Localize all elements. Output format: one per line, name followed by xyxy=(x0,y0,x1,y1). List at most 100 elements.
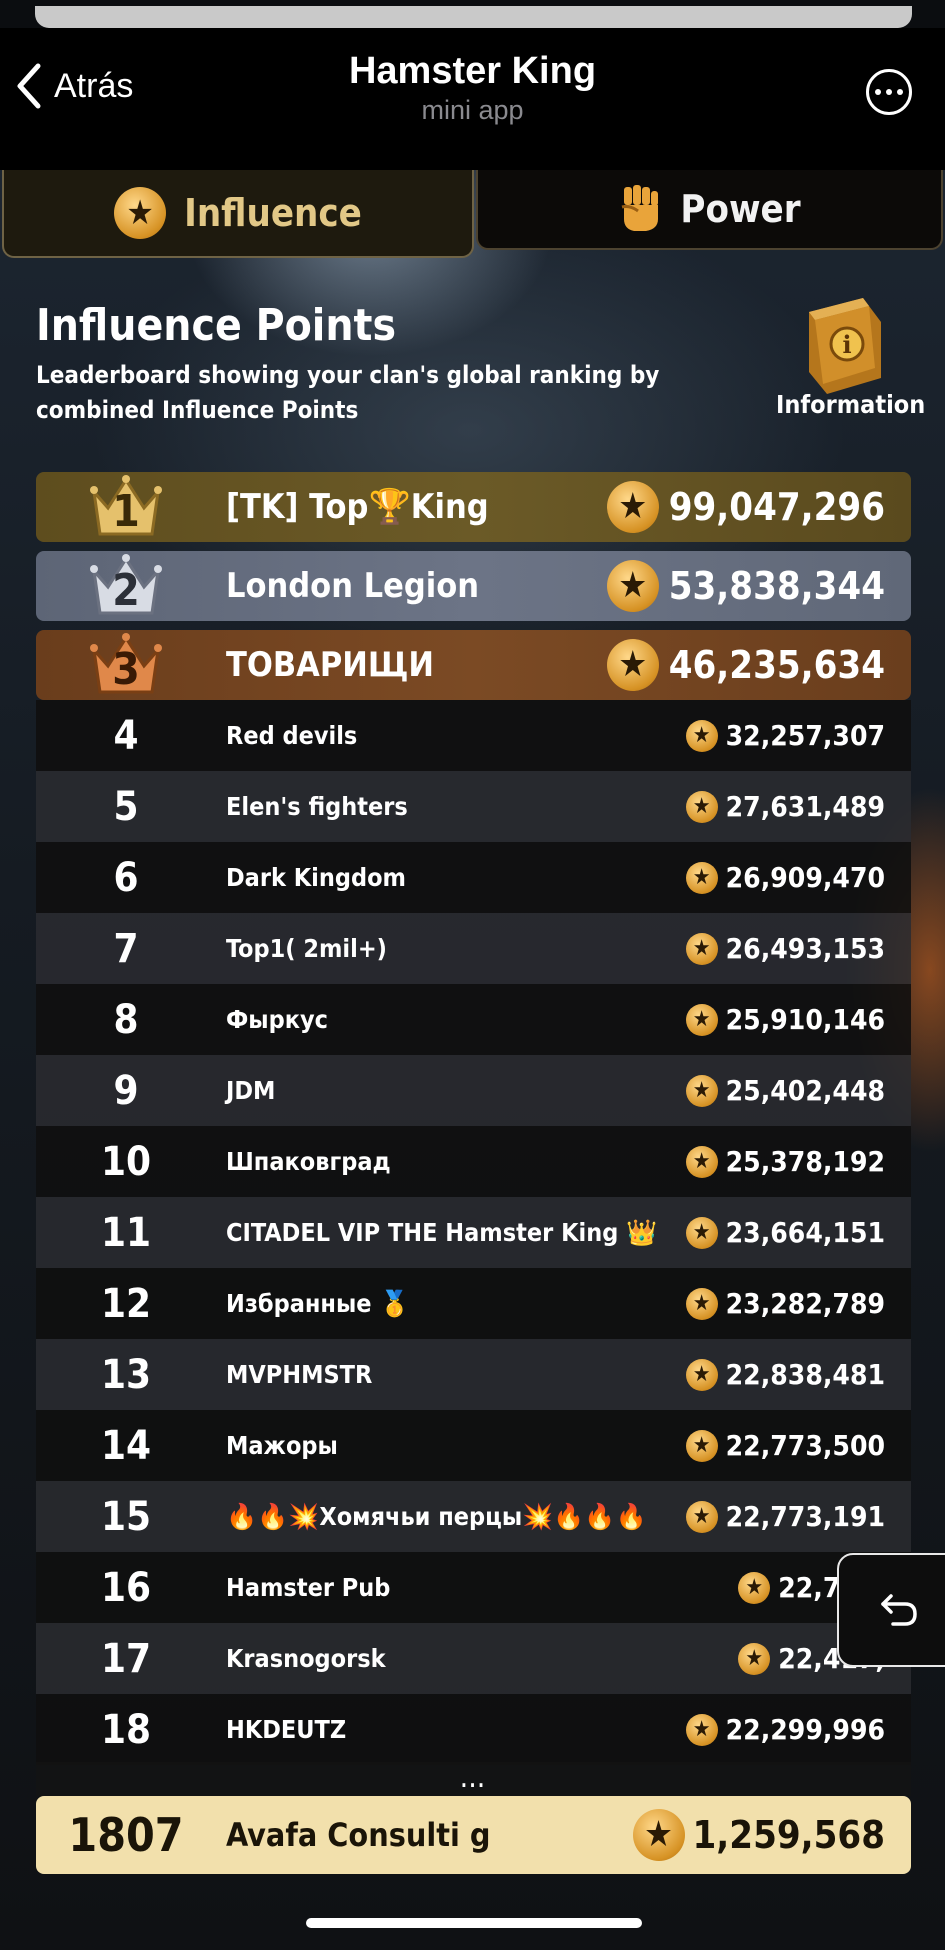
star-coin-icon: ★ xyxy=(685,790,718,823)
rank-number: 13 xyxy=(100,1351,152,1398)
star-coin-icon: ★ xyxy=(738,1642,771,1675)
star-coin-icon: ★ xyxy=(685,719,718,752)
leaderboard-row[interactable]: 12 Избранные 🥇 ★ 23,282,789 xyxy=(36,1268,911,1339)
score-value: 27,631,489 xyxy=(725,790,885,823)
star-coin-icon: ★ xyxy=(685,861,718,894)
score-value: 23,664,151 xyxy=(725,1216,885,1249)
information-label: Information xyxy=(776,390,926,419)
clan-score: ★ 22,773,500 xyxy=(685,1429,885,1462)
app-title-block: Hamster King mini app xyxy=(0,50,945,126)
rank-number: 8 xyxy=(113,996,139,1043)
score-value: 23,282,789 xyxy=(725,1287,885,1320)
clan-name: ТОВАРИЩИ xyxy=(226,645,435,685)
leaderboard-row[interactable]: 4 Red devils ★ 32,257,307 xyxy=(36,700,911,771)
more-dot-icon xyxy=(886,89,892,95)
leaderboard-row-rank-1[interactable]: 1 [TK] Top🏆King ★ 99,047,296 xyxy=(36,472,911,542)
leaderboard-row[interactable]: 18 HKDEUTZ ★ 22,299,996 xyxy=(36,1694,911,1765)
return-button[interactable] xyxy=(837,1553,945,1667)
star-coin-icon: ★ xyxy=(685,1216,718,1249)
clan-name: Мажоры xyxy=(226,1431,338,1460)
clan-name: CITADEL VIP THE Hamster King 👑 xyxy=(226,1217,658,1247)
clan-name: Шпаковград xyxy=(226,1147,391,1176)
clan-name: Elen's fighters xyxy=(226,792,408,821)
silver-crown-icon: 2 xyxy=(90,553,162,619)
leaderboard: 1 [TK] Top🏆King ★ 99,047,296 2 London Le… xyxy=(36,472,911,1765)
info-book-icon: i xyxy=(809,298,881,394)
leaderboard-row[interactable]: 7 Top1( 2mil+) ★ 26,493,153 xyxy=(36,913,911,984)
clan-name: London Legion xyxy=(226,566,480,606)
leaderboard-row-rank-3[interactable]: 3 ТОВАРИЩИ ★ 46,235,634 xyxy=(36,630,911,700)
clan-score: ★ 22,773,191 xyxy=(685,1500,885,1533)
clan-name: Top1( 2mil+) xyxy=(226,934,387,963)
sheet-grabber[interactable] xyxy=(35,6,912,28)
rank-number: 5 xyxy=(113,783,139,830)
more-options-button[interactable] xyxy=(866,69,912,115)
clan-score: ★ 53,838,344 xyxy=(606,560,885,612)
app-subtitle: mini app xyxy=(421,95,524,125)
tab-bar: ★ Influence Power xyxy=(0,170,945,260)
star-coin-icon: ★ xyxy=(606,639,659,691)
clan-name: Hamster Pub xyxy=(226,1573,391,1602)
clan-name: Фыркус xyxy=(226,1005,329,1034)
star-coin-icon: ★ xyxy=(685,1287,718,1320)
leaderboard-row[interactable]: 11 CITADEL VIP THE Hamster King 👑 ★ 23,664,… xyxy=(36,1197,911,1268)
clan-name: 🔥🔥💥Хомячьи перцы💥🔥🔥🔥 xyxy=(226,1501,647,1531)
leaderboard-row[interactable]: 10 Шпаковград ★ 25,378,192 xyxy=(36,1126,911,1197)
leaderboard-row[interactable]: 9 JDM ★ 25,402,448 xyxy=(36,1055,911,1126)
clan-name: MVPHMSTR xyxy=(226,1360,373,1389)
star-coin-icon: ★ xyxy=(685,1074,718,1107)
rank-number: 12 xyxy=(100,1280,152,1327)
undo-arrow-icon xyxy=(881,1594,917,1626)
leaderboard-row[interactable]: 14 Мажоры ★ 22,773,500 xyxy=(36,1410,911,1481)
clan-name: JDM xyxy=(226,1076,276,1105)
clan-score: ★ 27,631,489 xyxy=(685,790,885,823)
rank-number: 17 xyxy=(100,1635,152,1682)
score-value: 26,909,470 xyxy=(725,861,885,894)
more-dot-icon xyxy=(875,89,881,95)
clan-score: ★ 99,047,296 xyxy=(606,481,885,533)
rank-number: 6 xyxy=(113,854,139,901)
rank-number: 9 xyxy=(113,1067,139,1114)
leaderboard-row-rank-2[interactable]: 2 London Legion ★ 53,838,344 xyxy=(36,551,911,621)
star-coin-icon: ★ xyxy=(685,1713,718,1746)
clan-score: ★ 25,910,146 xyxy=(685,1003,885,1036)
score-value: 25,378,192 xyxy=(725,1145,885,1178)
clan-score: ★ 25,378,192 xyxy=(685,1145,885,1178)
tab-power-label: Power xyxy=(680,187,801,231)
more-dot-icon xyxy=(897,89,903,95)
rank-number: 3 xyxy=(112,644,140,695)
my-clan-row[interactable]: 1807 Avafa Consulti g ★ 1,259,568 xyxy=(36,1796,911,1874)
leaderboard-row[interactable]: 15 🔥🔥💥Хомячьи перцы💥🔥🔥🔥 ★ 22,773,191 xyxy=(36,1481,911,1552)
score-value: 22,299,996 xyxy=(725,1713,885,1746)
clan-name: Избранные 🥇 xyxy=(226,1288,411,1318)
score-value: 22,773,500 xyxy=(725,1429,885,1462)
clan-score: ★ 25,402,448 xyxy=(685,1074,885,1107)
rank-number: 1 xyxy=(112,486,140,537)
clan-name: [TK] Top🏆King xyxy=(226,487,489,527)
leaderboard-row[interactable]: 8 Фыркус ★ 25,910,146 xyxy=(36,984,911,1055)
clan-score: ★ 32,257,307 xyxy=(685,719,885,752)
star-coin-icon: ★ xyxy=(685,1429,718,1462)
leaderboard-row[interactable]: 13 MVPHMSTR ★ 22,838,481 xyxy=(36,1339,911,1410)
information-button[interactable]: i Information xyxy=(776,292,926,419)
rank-number: 18 xyxy=(100,1706,152,1753)
section-description: Leaderboard showing your clan's global r… xyxy=(36,361,660,424)
score-value: 25,402,448 xyxy=(725,1074,885,1107)
home-indicator[interactable] xyxy=(306,1918,642,1928)
leaderboard-row[interactable]: 6 Dark Kingdom ★ 26,909,470 xyxy=(36,842,911,913)
tab-influence[interactable]: ★ Influence xyxy=(2,170,474,258)
clan-name: Dark Kingdom xyxy=(226,863,406,892)
rank-number: 14 xyxy=(100,1422,152,1469)
rank-number: 16 xyxy=(100,1564,152,1611)
clan-score: ★ 23,664,151 xyxy=(685,1216,885,1249)
my-clan-score-value: 1,259,568 xyxy=(692,1813,886,1857)
leaderboard-row[interactable]: 17 Krasnogorsk ★ 22,417, xyxy=(36,1623,911,1694)
star-coin-icon: ★ xyxy=(685,1358,718,1391)
gold-crown-icon: 1 xyxy=(90,474,162,540)
tab-power[interactable]: Power xyxy=(476,170,943,250)
rank-number: 2 xyxy=(112,565,140,616)
clan-name: Krasnogorsk xyxy=(226,1644,386,1673)
score-value: 22,773,191 xyxy=(725,1500,885,1533)
leaderboard-row[interactable]: 5 Elen's fighters ★ 27,631,489 xyxy=(36,771,911,842)
leaderboard-row[interactable]: 16 Hamster Pub ★ 22,718, xyxy=(36,1552,911,1623)
